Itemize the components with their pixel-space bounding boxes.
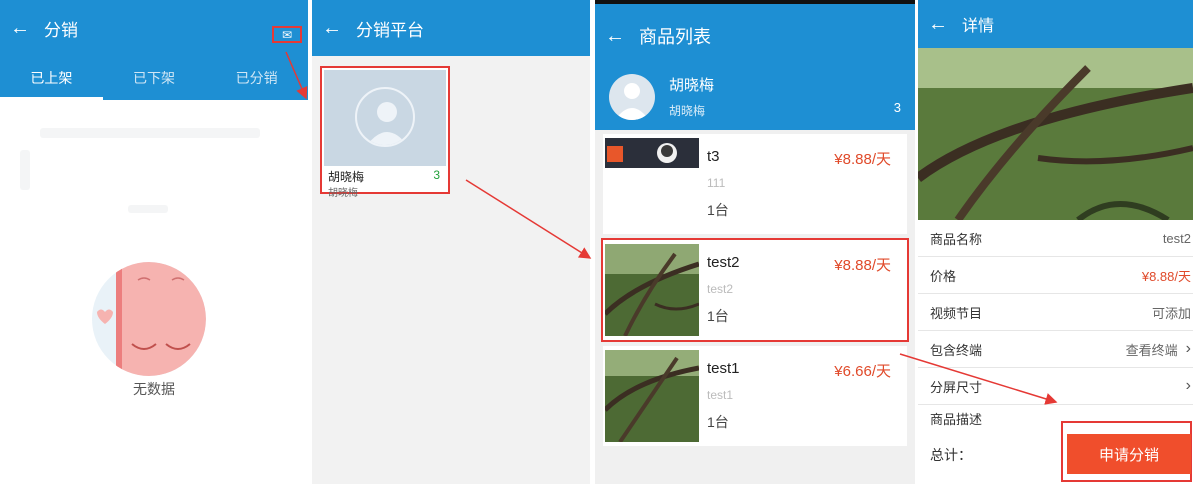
product-thumbnail: [605, 244, 699, 336]
tab-bar: 已上架 已下架 已分销: [0, 56, 308, 100]
profile-name: 胡晓梅: [669, 77, 715, 94]
page-title: 详情: [962, 18, 995, 35]
product-unit: 1台: [707, 308, 729, 324]
detail-row-price: 价格 ¥8.88/天: [918, 257, 1193, 294]
mail-icon[interactable]: ✉: [272, 26, 302, 43]
product-subtitle: 111: [707, 176, 726, 190]
screen-product-list: ← 商品列表 胡晓梅 胡晓梅 3 t3 111 1台 ¥8.88/天 test2…: [595, 0, 915, 484]
back-arrow-icon[interactable]: ←: [322, 18, 342, 38]
product-title: test2: [707, 254, 740, 271]
back-arrow-icon[interactable]: ←: [605, 26, 625, 46]
user-avatar-icon: [615, 83, 649, 120]
placeholder-line: [20, 150, 30, 190]
user-avatar-icon: [367, 102, 407, 145]
detail-row-screen-size[interactable]: 分屏尺寸 ›: [918, 368, 1193, 405]
apply-distribution-button[interactable]: 申请分销: [1067, 434, 1191, 474]
product-thumbnail: [605, 138, 699, 230]
product-subtitle: test1: [707, 388, 734, 402]
avatar: [324, 70, 446, 166]
distributor-name: 胡晓梅: [328, 170, 365, 184]
product-price: ¥8.88/天: [834, 151, 891, 168]
placeholder-line: [128, 205, 168, 213]
tab-listed[interactable]: 已上架: [0, 56, 103, 100]
product-unit: 1台: [707, 414, 729, 430]
total-label: 总计：: [930, 447, 972, 463]
product-unit: 1台: [707, 202, 729, 218]
screen-distribution: ← 分销 ✉ 已上架 已下架 已分销 无数据: [0, 0, 308, 484]
product-item[interactable]: t3 111 1台 ¥8.88/天: [603, 134, 907, 234]
product-image: [918, 48, 1193, 220]
header-bar: ← 详情: [918, 0, 1193, 48]
tab-distributed[interactable]: 已分销: [205, 56, 308, 100]
tab-unlisted[interactable]: 已下架: [103, 56, 206, 100]
header-bar: ← 分销: [0, 0, 308, 56]
page-title: 商品列表: [639, 27, 711, 47]
back-arrow-icon[interactable]: ←: [10, 18, 30, 38]
chevron-right-icon: ›: [1185, 340, 1191, 357]
profile-header: 胡晓梅 胡晓梅 3: [595, 68, 915, 130]
product-subtitle: test2: [707, 282, 734, 296]
chevron-right-icon: ›: [1185, 377, 1191, 394]
product-price: ¥8.88/天: [834, 257, 891, 274]
distributor-count: 3: [433, 168, 440, 182]
screen-product-detail: ← 详情 商品名称 test2 价格 ¥8.88/天 视频节目 可添加 包含终端…: [918, 0, 1193, 484]
avatar: [609, 74, 655, 120]
empty-state-text: 无数据: [133, 381, 175, 397]
page-title: 分销: [44, 20, 78, 40]
distributor-card[interactable]: 胡晓梅 3 胡晓梅: [320, 66, 450, 199]
product-price: ¥6.66/天: [834, 363, 891, 380]
detail-row-name: 商品名称 test2: [918, 220, 1193, 257]
page-title: 分销平台: [356, 20, 424, 40]
product-thumbnail: [605, 350, 699, 442]
empty-illustration-icon: [92, 262, 206, 376]
header-bar: ← 商品列表: [595, 4, 915, 68]
product-title: test1: [707, 360, 740, 377]
header-bar: ← 分销平台: [312, 0, 590, 56]
back-arrow-icon[interactable]: ←: [928, 14, 948, 34]
product-item[interactable]: test2 test2 1台 ¥8.88/天: [601, 238, 909, 342]
product-title: t3: [707, 148, 720, 165]
detail-row-video[interactable]: 视频节目 可添加: [918, 294, 1193, 331]
screen-distribution-platform: ← 分销平台 胡晓梅 3 胡晓梅: [312, 0, 590, 484]
profile-subtitle: 胡晓梅: [669, 104, 706, 118]
detail-row-terminals[interactable]: 包含终端 查看终端 ›: [918, 331, 1193, 368]
profile-count: 3: [893, 100, 901, 115]
product-item[interactable]: test1 test1 1台 ¥6.66/天: [603, 346, 907, 446]
placeholder-line: [40, 128, 260, 138]
distributor-subtitle: 胡晓梅: [328, 188, 358, 199]
